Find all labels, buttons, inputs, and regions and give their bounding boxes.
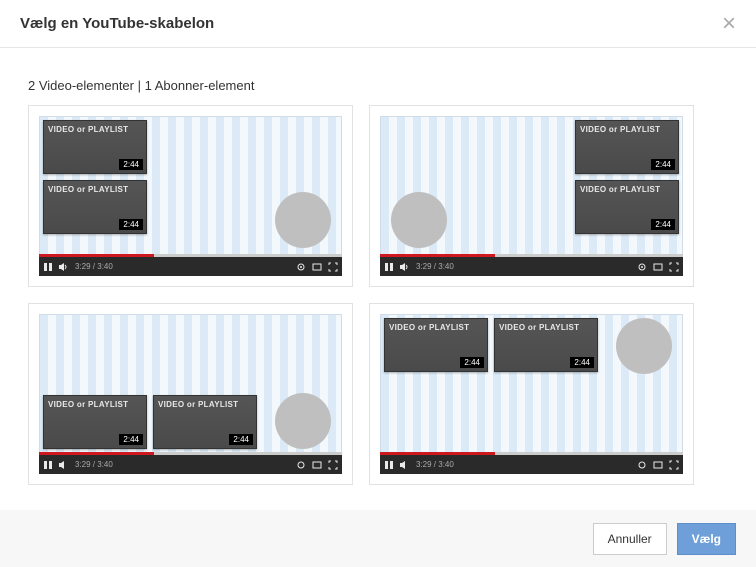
thumb-duration: 2:44 xyxy=(651,219,675,230)
close-icon[interactable]: × xyxy=(722,12,736,36)
pause-icon xyxy=(384,460,394,470)
theater-icon xyxy=(312,262,322,272)
thumb-label: VIDEO or PLAYLIST xyxy=(389,323,469,332)
thumb-label: VIDEO or PLAYLIST xyxy=(48,400,128,409)
progress-bar xyxy=(380,452,683,455)
fullscreen-icon xyxy=(669,262,679,272)
dialog-header: Vælg en YouTube-skabelon × xyxy=(0,0,756,48)
gear-icon xyxy=(637,262,647,272)
thumb-duration: 2:44 xyxy=(119,219,143,230)
volume-icon xyxy=(400,460,410,470)
gear-icon xyxy=(296,460,306,470)
progress-bar xyxy=(39,254,342,257)
subscribe-circle xyxy=(275,393,331,449)
video-thumb: VIDEO or PLAYLIST 2:44 xyxy=(494,318,598,372)
template-option[interactable]: VIDEO or PLAYLIST 2:44 VIDEO or PLAYLIST… xyxy=(369,105,694,287)
subscribe-circle xyxy=(616,318,672,374)
thumb-duration: 2:44 xyxy=(570,357,594,368)
time-display: 3:29 / 3:40 xyxy=(416,262,454,271)
player-controls: 3:29 / 3:40 xyxy=(39,455,342,474)
fullscreen-icon xyxy=(328,262,338,272)
pause-icon xyxy=(43,460,53,470)
gear-icon xyxy=(637,460,647,470)
pause-icon xyxy=(43,262,53,272)
progress-bar xyxy=(39,452,342,455)
thumb-label: VIDEO or PLAYLIST xyxy=(499,323,579,332)
theater-icon xyxy=(312,460,322,470)
theater-icon xyxy=(653,262,663,272)
player-preview: VIDEO or PLAYLIST 2:44 VIDEO or PLAYLIST… xyxy=(39,116,342,254)
video-thumb: VIDEO or PLAYLIST 2:44 xyxy=(43,395,147,449)
video-thumb: VIDEO or PLAYLIST 2:44 xyxy=(153,395,257,449)
dialog-footer: Annuller Vælg xyxy=(0,510,756,567)
thumb-duration: 2:44 xyxy=(651,159,675,170)
cancel-button[interactable]: Annuller xyxy=(593,523,667,555)
player-controls: 3:29 / 3:40 xyxy=(380,455,683,474)
player-preview: VIDEO or PLAYLIST 2:44 VIDEO or PLAYLIST… xyxy=(380,314,683,452)
dialog-body: 2 Video-elementer | 1 Abonner-element VI… xyxy=(0,48,756,510)
subscribe-circle xyxy=(391,192,447,248)
player-controls: 3:29 / 3:40 xyxy=(39,257,342,276)
theater-icon xyxy=(653,460,663,470)
thumb-duration: 2:44 xyxy=(119,159,143,170)
video-thumb: VIDEO or PLAYLIST 2:44 xyxy=(43,180,147,234)
thumb-label: VIDEO or PLAYLIST xyxy=(48,125,128,134)
player-preview: VIDEO or PLAYLIST 2:44 VIDEO or PLAYLIST… xyxy=(380,116,683,254)
player-preview: VIDEO or PLAYLIST 2:44 VIDEO or PLAYLIST… xyxy=(39,314,342,452)
thumb-label: VIDEO or PLAYLIST xyxy=(580,185,660,194)
time-display: 3:29 / 3:40 xyxy=(75,460,113,469)
gear-icon xyxy=(296,262,306,272)
time-display: 3:29 / 3:40 xyxy=(416,460,454,469)
time-display: 3:29 / 3:40 xyxy=(75,262,113,271)
subscribe-circle xyxy=(275,192,331,248)
video-thumb: VIDEO or PLAYLIST 2:44 xyxy=(575,120,679,174)
video-thumb: VIDEO or PLAYLIST 2:44 xyxy=(575,180,679,234)
thumb-duration: 2:44 xyxy=(460,357,484,368)
thumb-duration: 2:44 xyxy=(119,434,143,445)
select-button[interactable]: Vælg xyxy=(677,523,736,555)
fullscreen-icon xyxy=(328,460,338,470)
template-scroll-area[interactable]: 2 Video-elementer | 1 Abonner-element VI… xyxy=(22,70,742,510)
progress-bar xyxy=(380,254,683,257)
thumb-duration: 2:44 xyxy=(229,434,253,445)
fullscreen-icon xyxy=(669,460,679,470)
thumb-label: VIDEO or PLAYLIST xyxy=(580,125,660,134)
template-grid: VIDEO or PLAYLIST 2:44 VIDEO or PLAYLIST… xyxy=(22,105,734,505)
pause-icon xyxy=(384,262,394,272)
volume-icon xyxy=(59,460,69,470)
volume-icon xyxy=(400,262,410,272)
template-option[interactable]: VIDEO or PLAYLIST 2:44 VIDEO or PLAYLIST… xyxy=(28,105,353,287)
player-controls: 3:29 / 3:40 xyxy=(380,257,683,276)
volume-icon xyxy=(59,262,69,272)
video-thumb: VIDEO or PLAYLIST 2:44 xyxy=(384,318,488,372)
video-thumb: VIDEO or PLAYLIST 2:44 xyxy=(43,120,147,174)
template-option[interactable]: VIDEO or PLAYLIST 2:44 VIDEO or PLAYLIST… xyxy=(28,303,353,485)
dialog-title: Vælg en YouTube-skabelon xyxy=(20,15,214,32)
template-option[interactable]: VIDEO or PLAYLIST 2:44 VIDEO or PLAYLIST… xyxy=(369,303,694,485)
section-title: 2 Video-elementer | 1 Abonner-element xyxy=(22,70,734,105)
thumb-label: VIDEO or PLAYLIST xyxy=(48,185,128,194)
thumb-label: VIDEO or PLAYLIST xyxy=(158,400,238,409)
